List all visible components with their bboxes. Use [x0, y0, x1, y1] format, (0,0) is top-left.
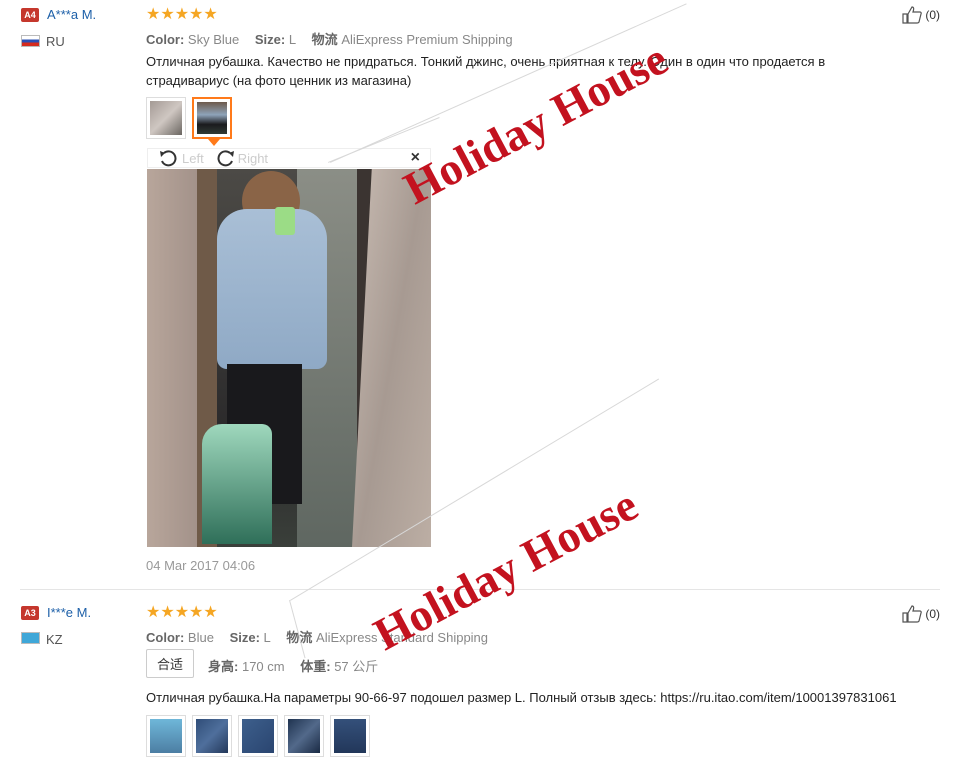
review-thumbnail-selected[interactable]	[192, 97, 232, 139]
review-1: A4 A***a M. RU ★★★★★ Color: Sky Blue Siz…	[0, 0, 960, 590]
image-viewer-toolbar: Left Right ×	[147, 148, 431, 168]
review-thumbnails	[146, 97, 232, 139]
review-thumbnail[interactable]	[238, 715, 278, 757]
flag-kz-icon	[21, 632, 40, 644]
country-code: KZ	[46, 632, 63, 647]
buyer-level-badge: A3	[21, 606, 39, 620]
thumbnail-pointer-icon	[208, 139, 220, 146]
body-measurements: 身高: 170 cm 体重: 57 公斤	[208, 659, 379, 674]
review-thumbnail[interactable]	[192, 715, 232, 757]
reviewer-name[interactable]: A***a M.	[47, 7, 96, 22]
rotate-left-icon	[160, 150, 177, 167]
fit-tag: 合适	[146, 649, 195, 678]
review-thumbnail[interactable]	[284, 715, 324, 757]
rating-stars: ★★★★★	[146, 6, 218, 23]
rotate-left-button[interactable]: Left	[158, 149, 204, 167]
thumbs-up-icon	[902, 6, 923, 24]
rotate-right-icon	[217, 150, 234, 167]
thumbs-up-icon	[902, 605, 923, 623]
flag-ru-icon	[21, 35, 40, 47]
helpful-button[interactable]: (0)	[902, 6, 940, 24]
reviewer-name[interactable]: I***e M.	[47, 605, 91, 620]
country-code: RU	[46, 34, 65, 49]
review-text: Отличная рубашка. Качество не придраться…	[146, 54, 826, 88]
sku-info: Color: Sky Blue Size: L 物流 AliExpress Pr…	[146, 32, 513, 47]
review-thumbnails	[146, 715, 370, 757]
review-thumbnail[interactable]	[146, 97, 186, 139]
review-photo-large	[147, 169, 431, 547]
review-thumbnail[interactable]	[330, 715, 370, 757]
rating-stars: ★★★★★	[146, 604, 218, 621]
helpful-button[interactable]: (0)	[902, 605, 940, 623]
review-text: Отличная рубашка.На параметры 90-66-97 п…	[146, 690, 897, 705]
review-2: A3 I***e M. KZ ★★★★★ Color: Blue Size: L…	[0, 590, 960, 776]
rotate-right-button[interactable]: Right	[214, 149, 268, 167]
review-date: 04 Mar 2017 04:06	[146, 558, 256, 573]
buyer-level-badge: A4	[21, 8, 39, 22]
review-thumbnail[interactable]	[146, 715, 186, 757]
